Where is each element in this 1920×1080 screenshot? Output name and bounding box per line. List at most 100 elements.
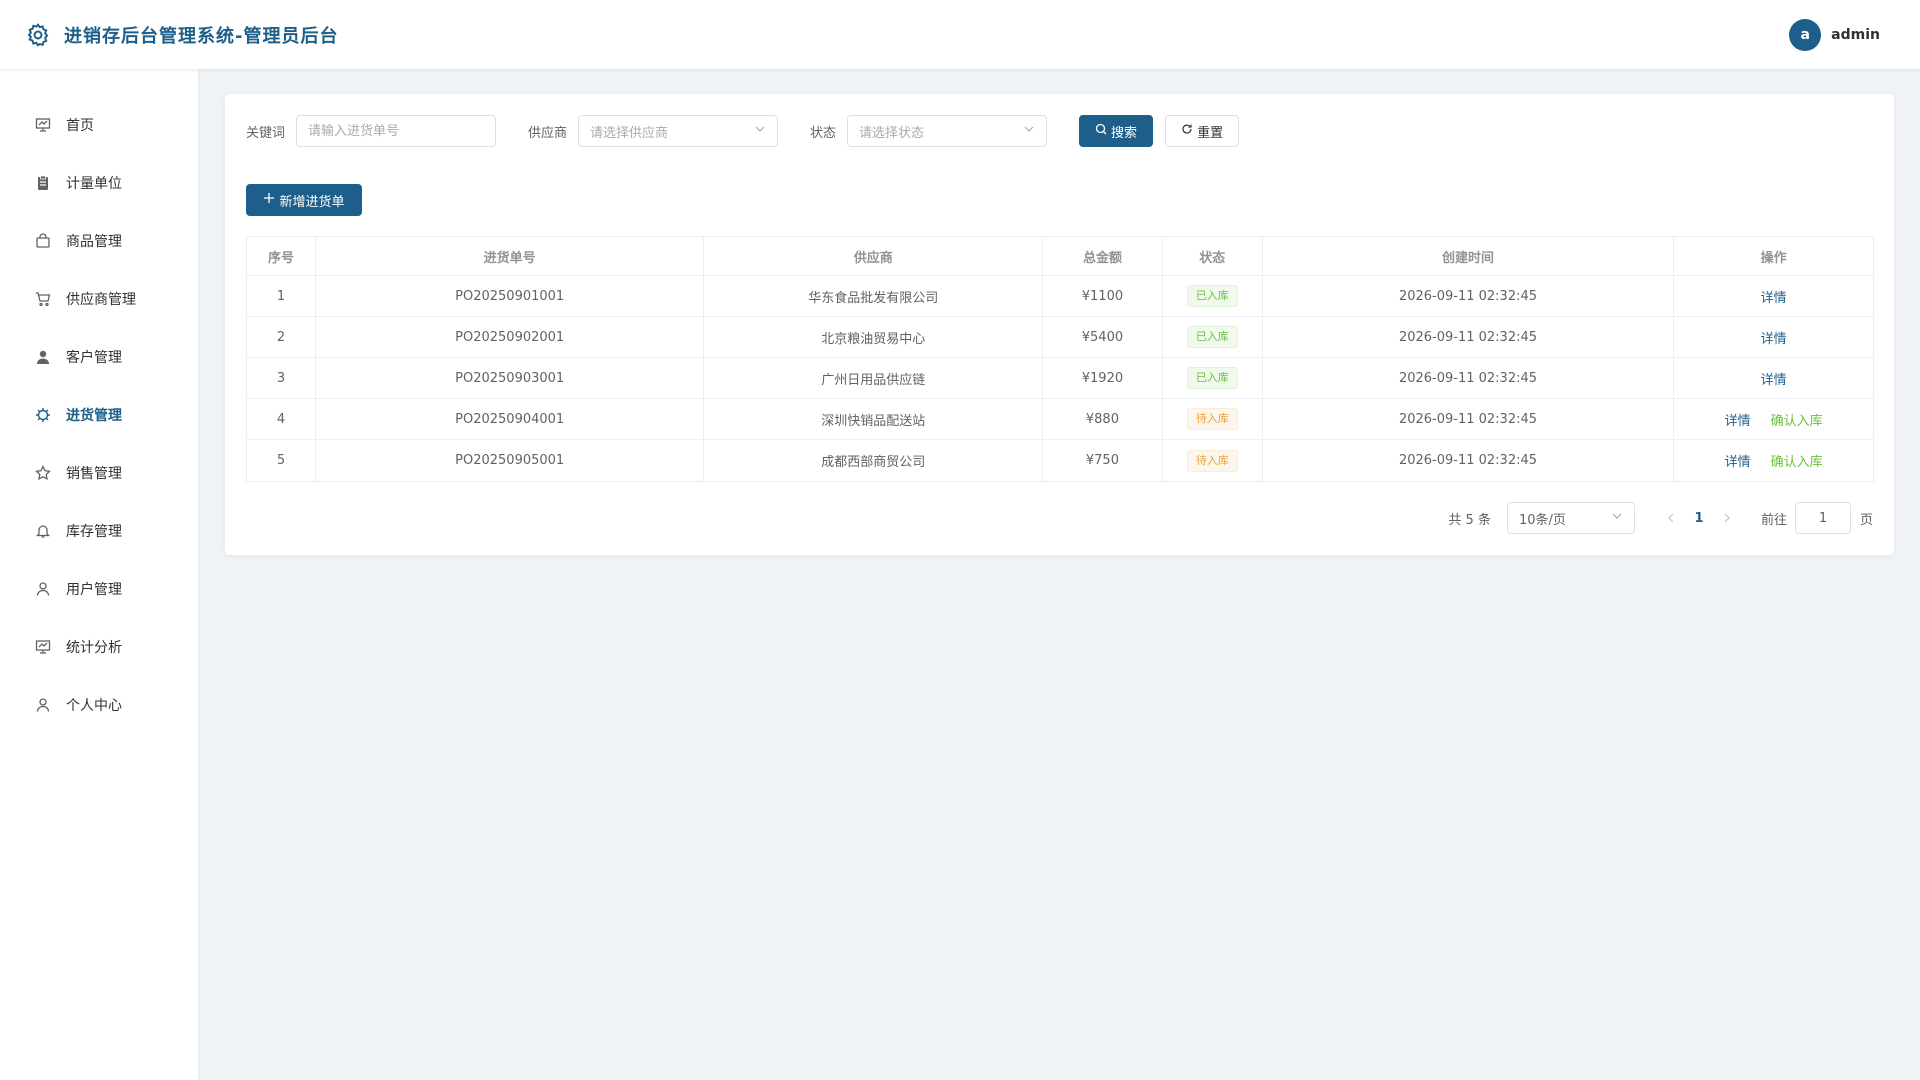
sidebar-item-purchases[interactable]: 进货管理 <box>0 386 198 444</box>
status-badge: 已入库 <box>1186 367 1238 389</box>
sidebar-item-suppliers[interactable]: 供应商管理 <box>0 270 198 328</box>
sidebar-item-label: 销售管理 <box>66 466 122 482</box>
chevron-down-icon <box>1023 123 1035 139</box>
detail-link[interactable]: 详情 <box>1761 328 1787 347</box>
avatar[interactable]: a <box>1789 18 1822 51</box>
goto-page-input[interactable] <box>1794 502 1851 534</box>
search-button[interactable]: 搜索 <box>1079 115 1154 147</box>
plus-icon <box>263 192 275 208</box>
reset-button-label: 重置 <box>1197 125 1224 141</box>
page-size-value: 10条/页 <box>1518 512 1566 528</box>
reset-button[interactable]: 重置 <box>1165 115 1240 147</box>
page-number-current[interactable]: 1 <box>1683 511 1715 526</box>
cog-icon <box>34 406 52 424</box>
sidebar-item-label: 库存管理 <box>66 524 122 540</box>
header-actions: 操作 <box>1760 250 1787 266</box>
status-placeholder: 请选择状态 <box>859 125 925 141</box>
sidebar-item-label: 供应商管理 <box>66 292 136 308</box>
sidebar-item-users[interactable]: 用户管理 <box>0 560 198 618</box>
chevron-down-icon <box>1611 510 1623 526</box>
sidebar-item-label: 首页 <box>66 118 94 134</box>
row-actions: 详情 <box>1674 358 1873 398</box>
header-supplier: 供应商 <box>704 237 1044 275</box>
row-supplier: 深圳快销品配送站 <box>704 399 1044 439</box>
cart-icon <box>34 290 52 308</box>
sidebar-item-sales[interactable]: 销售管理 <box>0 444 198 502</box>
supplier-select[interactable]: 请选择供应商 <box>578 115 779 147</box>
add-purchase-order-button[interactable]: 新增进货单 <box>246 184 362 216</box>
sidebar-item-inventory[interactable]: 库存管理 <box>0 502 198 560</box>
row-supplier: 广州日用品供应链 <box>704 358 1044 398</box>
sidebar-item-products[interactable]: 商品管理 <box>0 212 198 270</box>
row-index: 1 <box>247 276 316 316</box>
sidebar-item-customers[interactable]: 客户管理 <box>0 328 198 386</box>
keyword-label: 关键词 <box>246 125 286 141</box>
row-supplier: 成都西部商贸公司 <box>704 440 1044 481</box>
detail-link[interactable]: 详情 <box>1761 369 1787 388</box>
table-row: 1 PO20250901001 华东食品批发有限公司 ¥1100 已入库 202… <box>247 276 1873 317</box>
header-index: 序号 <box>247 237 316 275</box>
row-supplier: 华东食品批发有限公司 <box>704 276 1044 316</box>
table-row: 4 PO20250904001 深圳快销品配送站 ¥880 待入库 2026-0… <box>247 399 1873 440</box>
purchase-table: 序号 进货单号 供应商 总金额 状态 创建时间 操作 1 PO202509010… <box>246 236 1874 482</box>
chevron-left-icon <box>1668 513 1674 523</box>
clipboard-icon <box>34 174 52 192</box>
header-created-time: 创建时间 <box>1263 237 1675 275</box>
row-order-no: PO20250905001 <box>316 440 705 481</box>
sidebar: 首页 计量单位 商品管理 供应商管理 客户管理 进货管理 销售管理 库存管理 用… <box>0 69 199 1080</box>
row-status: 已入库 <box>1163 317 1263 357</box>
next-page-button[interactable] <box>1715 513 1739 523</box>
user-outline-icon <box>34 580 52 598</box>
sidebar-item-label: 商品管理 <box>66 234 122 250</box>
row-created-time: 2026-09-11 02:32:45 <box>1263 317 1675 357</box>
user-filled-icon <box>34 348 52 366</box>
presentation-icon <box>34 116 52 134</box>
sidebar-item-analytics[interactable]: 统计分析 <box>0 618 198 676</box>
detail-link[interactable]: 详情 <box>1761 287 1787 306</box>
pagination: 共 5 条 10条/页 1 前往 页 <box>246 502 1873 534</box>
header-order-no: 进货单号 <box>316 237 705 275</box>
row-created-time: 2026-09-11 02:32:45 <box>1263 399 1675 439</box>
sidebar-item-label: 计量单位 <box>66 176 122 192</box>
row-status: 待入库 <box>1163 399 1263 439</box>
status-badge: 已入库 <box>1186 326 1238 348</box>
row-actions: 详情 <box>1674 276 1873 316</box>
row-actions: 详情 <box>1674 317 1873 357</box>
sidebar-item-profile[interactable]: 个人中心 <box>0 676 198 734</box>
table-header: 序号 进货单号 供应商 总金额 状态 创建时间 操作 <box>247 237 1873 276</box>
sidebar-item-home[interactable]: 首页 <box>0 96 198 154</box>
status-badge: 待入库 <box>1186 408 1238 430</box>
search-button-label: 搜索 <box>1111 125 1138 141</box>
detail-link[interactable]: 详情 <box>1725 451 1751 470</box>
page-suffix: 页 <box>1859 512 1873 528</box>
row-amount: ¥1100 <box>1043 276 1163 316</box>
row-status: 待入库 <box>1163 440 1263 481</box>
sidebar-item-label: 进货管理 <box>66 408 122 424</box>
table-row: 2 PO20250902001 北京粮油贸易中心 ¥5400 已入库 2026-… <box>247 317 1873 358</box>
confirm-stock-in-link[interactable]: 确认入库 <box>1771 410 1823 429</box>
status-select[interactable]: 请选择状态 <box>847 115 1048 147</box>
row-amount: ¥5400 <box>1043 317 1163 357</box>
user-menu[interactable]: a admin <box>1789 18 1880 51</box>
keyword-input[interactable] <box>296 115 497 147</box>
row-index: 2 <box>247 317 316 357</box>
app-title: 进销存后台管理系统-管理员后台 <box>64 25 339 47</box>
row-index: 3 <box>247 358 316 398</box>
prev-page-button[interactable] <box>1659 513 1683 523</box>
sidebar-item-label: 客户管理 <box>66 350 122 366</box>
sidebar-item-units[interactable]: 计量单位 <box>0 154 198 212</box>
page-size-select[interactable]: 10条/页 <box>1506 502 1635 534</box>
status-badge: 已入库 <box>1186 285 1238 307</box>
row-actions: 详情 确认入库 <box>1674 399 1873 439</box>
presentation-icon <box>34 638 52 656</box>
row-created-time: 2026-09-11 02:32:45 <box>1263 358 1675 398</box>
chevron-down-icon <box>754 123 766 139</box>
sidebar-item-label: 个人中心 <box>66 698 122 714</box>
row-actions: 详情 确认入库 <box>1674 440 1873 481</box>
user-name[interactable]: admin <box>1831 27 1880 43</box>
detail-link[interactable]: 详情 <box>1725 410 1751 429</box>
row-index: 4 <box>247 399 316 439</box>
confirm-stock-in-link[interactable]: 确认入库 <box>1771 451 1823 470</box>
row-amount: ¥880 <box>1043 399 1163 439</box>
user-outline-icon <box>34 696 52 714</box>
